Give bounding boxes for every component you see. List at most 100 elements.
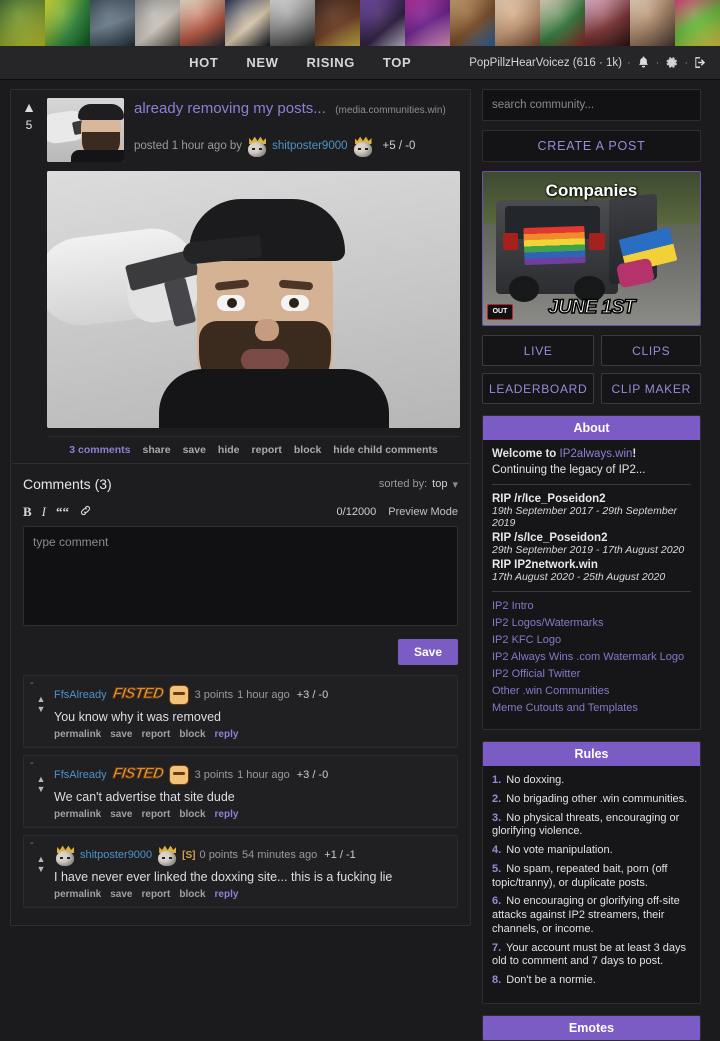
rule-item: 4. No vote manipulation. — [492, 844, 691, 858]
post-action-hide-child-comments[interactable]: hide child comments — [333, 444, 437, 456]
fist-icon — [168, 685, 189, 705]
about-link-other-communities[interactable]: Other .win Communities — [492, 685, 691, 697]
post-action-report[interactable]: report — [252, 444, 282, 456]
comment-report[interactable]: report — [142, 729, 171, 740]
comment-reply[interactable]: reply — [215, 729, 239, 740]
post-domain: (media.communities.win) — [335, 105, 446, 116]
about-welcome-link[interactable]: IP2always.win — [560, 448, 633, 460]
comment-downvote-icon[interactable]: ▼ — [28, 864, 54, 874]
rule-number: 7. — [492, 941, 502, 954]
post-vote-breakdown: +5 / -0 — [382, 140, 416, 152]
upvote-icon[interactable]: ▲ — [11, 100, 47, 114]
fist-icon — [168, 765, 189, 785]
collage-tile — [540, 0, 585, 46]
sort-label: sorted by: — [378, 478, 428, 490]
comment-block[interactable]: block — [179, 729, 205, 740]
about-link-kfc-logo[interactable]: IP2 KFC Logo — [492, 634, 691, 646]
nav-link-new[interactable]: NEW — [246, 55, 278, 70]
comment-timestamp: 1 hour ago — [237, 769, 290, 781]
post-title-link[interactable]: already removing my posts... — [134, 100, 326, 117]
comment-input[interactable] — [23, 526, 458, 626]
comment-upvote-icon[interactable]: ▲ — [28, 854, 54, 864]
comment-downvote-icon[interactable]: ▼ — [28, 704, 54, 714]
post-action-comments[interactable]: 3 comments — [69, 444, 130, 456]
comment-vote-breakdown: +1 / -1 — [324, 849, 356, 861]
comment-permalink[interactable]: permalink — [54, 889, 101, 900]
post-image[interactable] — [47, 171, 460, 428]
nav-link-top[interactable]: TOP — [383, 55, 411, 70]
rule-number: 6. — [492, 895, 502, 908]
create-post-button[interactable]: CREATE A POST — [482, 130, 701, 162]
comment-upvote-icon[interactable]: ▲ — [28, 694, 54, 704]
comment-save[interactable]: save — [110, 809, 132, 820]
post-action-block[interactable]: block — [294, 444, 321, 456]
comment-permalink[interactable]: permalink — [54, 809, 101, 820]
logout-icon[interactable] — [693, 55, 708, 70]
comment-sort-dropdown[interactable]: sorted by: top ▾ — [379, 478, 458, 491]
about-link-ip2-intro[interactable]: IP2 Intro — [492, 600, 691, 612]
community-banner-image[interactable]: Companies JUNE 1ST OUT — [482, 171, 701, 326]
post-vote-column: ▲ 5 — [11, 98, 47, 463]
collage-tile — [630, 0, 675, 46]
comment-action-bar: permalink save report block reply — [54, 889, 449, 900]
rule-text: No physical threats, encouraging or glor… — [492, 811, 680, 838]
rule-item: 8. Don't be a normie. — [492, 974, 691, 988]
post-action-hide[interactable]: hide — [218, 444, 240, 456]
comment-save[interactable]: save — [110, 729, 132, 740]
comment-permalink[interactable]: permalink — [54, 729, 101, 740]
link-icon[interactable] — [79, 504, 92, 520]
comment-author-link[interactable]: FfsAlready — [54, 689, 107, 701]
clip-maker-button[interactable]: CLIP MAKER — [601, 373, 701, 404]
emotes-card-heading[interactable]: Emotes — [483, 1015, 700, 1040]
post-score: 5 — [25, 118, 33, 132]
rule-item: 1. No doxxing. — [492, 774, 691, 788]
about-link-meme-cutouts[interactable]: Meme Cutouts and Templates — [492, 702, 691, 714]
comment-upvote-icon[interactable]: ▲ — [28, 774, 54, 784]
comment-author-link[interactable]: shitposter9000 — [80, 849, 152, 861]
fisted-flair-icon: FISTED — [111, 684, 189, 706]
bold-icon[interactable]: B — [23, 504, 32, 520]
rainbow-flag-icon — [523, 226, 586, 265]
live-button[interactable]: LIVE — [482, 335, 595, 366]
post-action-share[interactable]: share — [143, 444, 171, 456]
about-link-official-twitter[interactable]: IP2 Official Twitter — [492, 668, 691, 680]
comment-block[interactable]: block — [179, 889, 205, 900]
nav-user-area: PopPillzHearVoicez (616 · 1k) · · · — [469, 55, 708, 70]
clips-button[interactable]: CLIPS — [601, 335, 701, 366]
nav-link-rising[interactable]: RISING — [307, 55, 355, 70]
rules-card-body: 1. No doxxing. 2. No brigading other .wi… — [483, 766, 700, 1003]
preview-mode-toggle[interactable]: Preview Mode — [388, 506, 458, 518]
collapse-toggle[interactable]: - — [30, 678, 34, 689]
post-author-link[interactable]: shitposter9000 — [272, 140, 347, 152]
emotes-card: Emotes — [482, 1014, 701, 1041]
rules-card-heading[interactable]: Rules — [483, 742, 700, 766]
leaderboard-button[interactable]: LEADERBOARD — [482, 373, 595, 404]
comment-save[interactable]: save — [110, 889, 132, 900]
post-action-save[interactable]: save — [183, 444, 206, 456]
comment-reply[interactable]: reply — [215, 809, 239, 820]
post-action-bar: 3 comments share save hide report block … — [47, 436, 460, 463]
notifications-bell-icon[interactable] — [636, 55, 651, 70]
about-link-watermark-logo[interactable]: IP2 Always Wins .com Watermark Logo — [492, 651, 691, 663]
italic-icon[interactable]: I — [42, 504, 46, 520]
rule-text: No doxxing. — [506, 774, 565, 786]
post-body: already removing my posts... (media.comm… — [47, 98, 470, 463]
comment-report[interactable]: report — [142, 889, 171, 900]
about-link-logos-watermarks[interactable]: IP2 Logos/Watermarks — [492, 617, 691, 629]
settings-gear-icon[interactable] — [664, 55, 679, 70]
post-thumbnail[interactable] — [47, 98, 124, 162]
collapse-toggle[interactable]: - — [30, 758, 34, 769]
crown-face-emote-icon — [156, 844, 178, 866]
comment-block[interactable]: block — [179, 809, 205, 820]
user-account-label[interactable]: PopPillzHearVoicez (616 · 1k) — [469, 57, 622, 69]
comment-report[interactable]: report — [142, 809, 171, 820]
quote-icon[interactable]: ““ — [56, 504, 69, 520]
collapse-toggle[interactable]: - — [30, 838, 34, 849]
comment-downvote-icon[interactable]: ▼ — [28, 784, 54, 794]
about-card-heading[interactable]: About — [483, 416, 700, 440]
comment-reply[interactable]: reply — [215, 889, 239, 900]
save-comment-button[interactable]: Save — [397, 639, 458, 665]
search-input[interactable] — [482, 89, 701, 121]
nav-link-hot[interactable]: HOT — [189, 55, 218, 70]
comment-author-link[interactable]: FfsAlready — [54, 769, 107, 781]
